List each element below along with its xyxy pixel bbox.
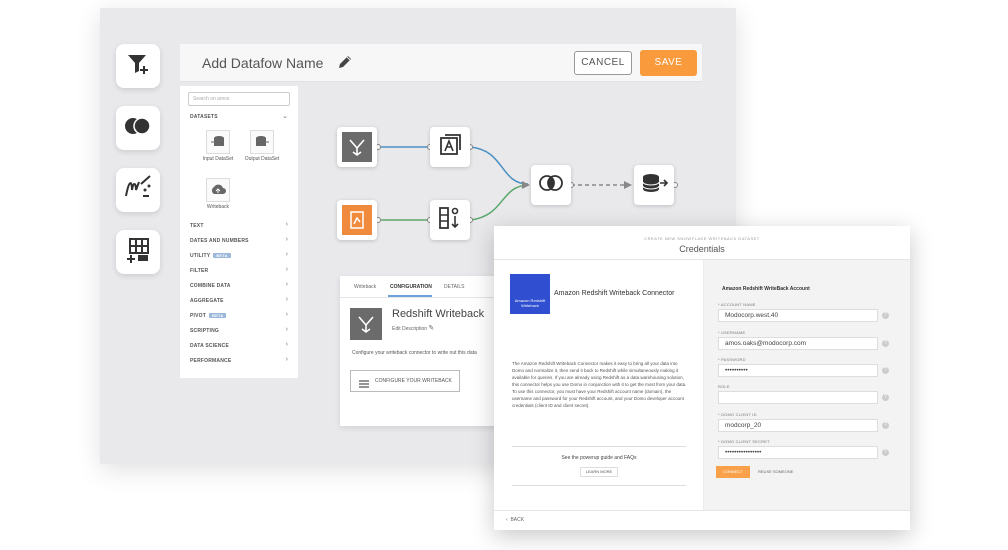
- config-title: Redshift Writeback: [392, 308, 485, 320]
- node-writeback-input[interactable]: [337, 127, 377, 167]
- role-field[interactable]: [718, 391, 878, 404]
- username-label: * USERNAME: [718, 330, 746, 335]
- reuse-account-link[interactable]: REUSE SOMEONE: [758, 466, 793, 478]
- configuration-panel: Writeback CONFIGURATION DETAILS Redshift…: [340, 276, 510, 426]
- node-input-orange[interactable]: [337, 200, 377, 240]
- back-link[interactable]: ‹ BACK: [506, 517, 524, 523]
- connector-description: The Amazon Redshift Writeback Connector …: [512, 361, 687, 408]
- columns-icon: [437, 205, 463, 236]
- tab-configuration[interactable]: CONFIGURATION: [390, 284, 432, 290]
- learn-more-button[interactable]: LEARN MORE: [580, 467, 618, 477]
- join-icon: [538, 174, 564, 197]
- writeback-icon: [342, 132, 372, 162]
- amazon-redshift-logo: Amazon Redshift Writeback: [510, 274, 550, 314]
- dialog-header: CREATE NEW SNOWFLAKE WRITEBACK DATASET C…: [494, 226, 910, 260]
- role-label: ROLE: [718, 384, 730, 389]
- help-icon[interactable]: ?: [882, 340, 889, 347]
- list-icon: [359, 377, 369, 397]
- help-icon[interactable]: ?: [882, 312, 889, 319]
- password-label: * PASSWORD: [718, 357, 746, 362]
- dialog-footer: ‹ BACK: [494, 510, 910, 530]
- connector-name: Amazon Redshift Writeback Connector: [554, 290, 675, 297]
- node-select-columns[interactable]: [430, 200, 470, 240]
- help-icon[interactable]: ?: [882, 367, 889, 374]
- connect-button[interactable]: CONNECT: [716, 466, 750, 478]
- text-transform-icon: [437, 132, 463, 163]
- config-tabs: Writeback CONFIGURATION DETAILS: [340, 276, 510, 298]
- connector-info: Amazon Redshift Writeback Amazon Redshif…: [494, 260, 704, 510]
- help-icon[interactable]: ?: [882, 449, 889, 456]
- username-field[interactable]: amos.oaks@modocorp.com: [718, 337, 878, 350]
- credentials-dialog: CREATE NEW SNOWFLAKE WRITEBACK DATASET C…: [494, 226, 910, 530]
- writeback-icon: [350, 308, 382, 340]
- help-icon[interactable]: ?: [882, 394, 889, 401]
- account-form: Amazon Redshift WriteBack Account * ACCO…: [704, 260, 910, 510]
- tab-details[interactable]: DETAILS: [444, 284, 464, 290]
- config-instructions: Configure your writeback connector to wr…: [352, 350, 477, 356]
- client-id-field[interactable]: modcorp_20: [718, 419, 878, 432]
- guide-box: See the powerup guide and FAQs LEARN MOR…: [512, 446, 686, 486]
- node-join[interactable]: [531, 165, 571, 205]
- password-field[interactable]: ••••••••••: [718, 364, 878, 377]
- account-name-label: * ACCOUNT NAME: [718, 302, 756, 307]
- input-dataset-icon: [342, 205, 372, 235]
- edit-description-link[interactable]: Edit Description ✎: [392, 324, 434, 332]
- client-id-label: * DOMO CLIENT ID: [718, 412, 757, 417]
- dialog-super-title: CREATE NEW SNOWFLAKE WRITEBACK DATASET: [644, 236, 760, 241]
- account-title: Amazon Redshift WriteBack Account: [722, 286, 810, 292]
- help-icon[interactable]: ?: [882, 422, 889, 429]
- dialog-title: Credentials: [679, 244, 725, 254]
- output-dataset-icon: [640, 172, 669, 199]
- active-tab-indicator: [388, 295, 432, 297]
- tab-writeback[interactable]: Writeback: [354, 284, 376, 290]
- client-secret-field[interactable]: ••••••••••••••••: [718, 446, 878, 459]
- client-secret-label: * DOMO CLIENT SECRET: [718, 439, 770, 444]
- chevron-left-icon: ‹: [506, 517, 508, 523]
- guide-text: See the powerup guide and FAQs: [561, 455, 637, 461]
- account-name-field[interactable]: Modocorp.west.40: [718, 309, 878, 322]
- node-output-dataset[interactable]: [634, 165, 674, 205]
- configure-writeback-button[interactable]: CONFIGURE YOUR WRITEBACK: [350, 370, 460, 392]
- pencil-icon: ✎: [428, 325, 435, 332]
- node-text-transform[interactable]: [430, 127, 470, 167]
